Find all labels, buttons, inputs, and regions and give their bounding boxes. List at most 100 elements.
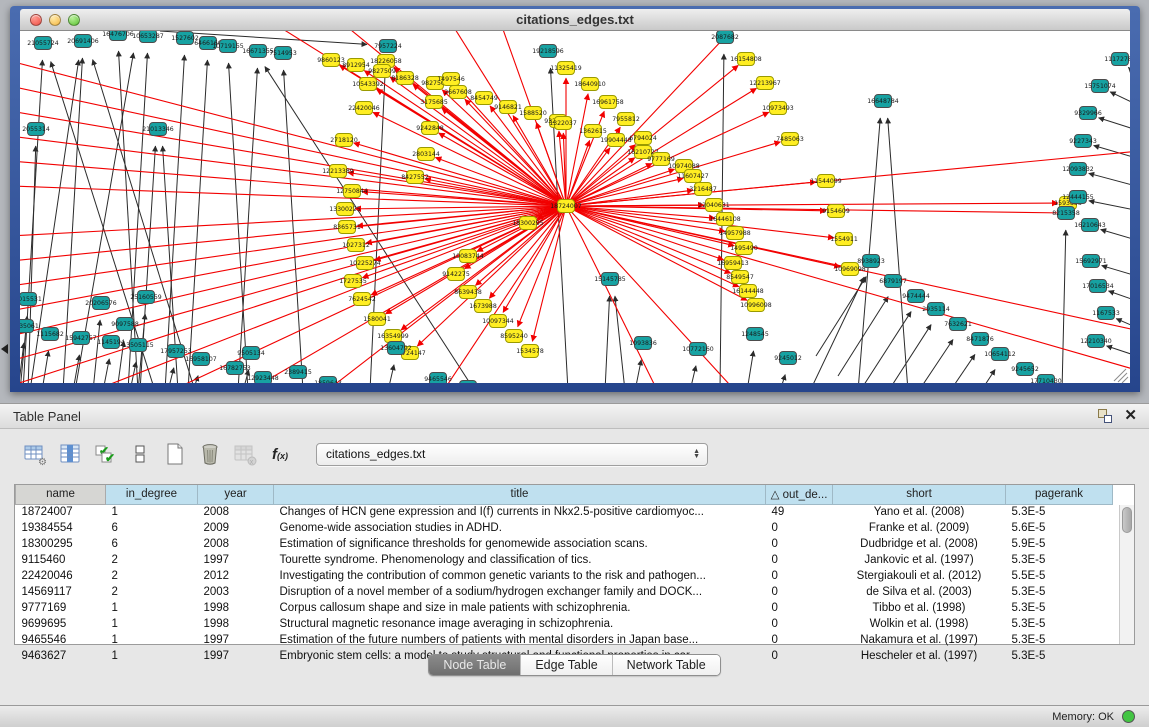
show-columns-button[interactable] <box>57 441 83 467</box>
column-header-pagerank[interactable]: pagerank <box>1006 485 1113 504</box>
table-cell[interactable]: 0 <box>766 568 833 584</box>
graph-node[interactable]: 17710430 <box>1030 375 1062 384</box>
table-row[interactable]: 1830029562008Estimation of significance … <box>16 536 1113 552</box>
network-graph[interactable]: 1872400798601238912954182260589827509818… <box>20 31 1130 383</box>
table-cell[interactable]: 9115460 <box>16 552 106 568</box>
graph-node[interactable]: 15942757 <box>65 332 97 345</box>
table-cell[interactable]: 18724007 <box>16 504 106 520</box>
graph-node[interactable]: 22040631 <box>698 199 730 212</box>
table-row[interactable]: 1938455462009Genome-wide association stu… <box>16 520 1113 536</box>
unselect-all-columns-button[interactable] <box>127 441 153 467</box>
table-cell[interactable]: 5.6E-5 <box>1006 520 1113 536</box>
tab-edge-table[interactable]: Edge Table <box>521 655 612 675</box>
graph-node[interactable]: 22420046 <box>348 102 380 115</box>
table-row[interactable]: 946554611997Estimation of the future num… <box>16 632 1113 648</box>
graph-node[interactable]: 20206576 <box>85 297 117 310</box>
table-cell[interactable]: Estimation of significance thresholds fo… <box>274 536 766 552</box>
graph-node[interactable]: 1167533 <box>1092 307 1120 320</box>
graph-node[interactable]: 7955812 <box>612 113 640 126</box>
graph-node[interactable]: 1248545 <box>741 328 769 341</box>
table-cell[interactable]: 9699695 <box>16 616 106 632</box>
table-row[interactable]: 1872400712008Changes of HCN gene express… <box>16 504 1113 520</box>
graph-node[interactable]: 15751074 <box>1084 80 1116 93</box>
table-cell[interactable]: Jankovic et al. (1997) <box>833 552 1006 568</box>
table-cell[interactable]: Genome-wide association studies in ADHD. <box>274 520 766 536</box>
column-header-name[interactable]: name <box>16 485 106 504</box>
table-cell[interactable]: 0 <box>766 600 833 616</box>
column-header-year[interactable]: year <box>198 485 274 504</box>
table-cell[interactable]: 2003 <box>198 584 274 600</box>
graph-node[interactable]: 9474444 <box>902 290 930 303</box>
table-chooser-dropdown[interactable]: citations_edges.txt▲▼ <box>316 443 708 466</box>
table-cell[interactable]: Dudbridge et al. (2008) <box>833 536 1006 552</box>
table-cell[interactable]: 1997 <box>198 552 274 568</box>
table-cell[interactable]: 1997 <box>198 632 274 648</box>
graph-node[interactable]: 15145785 <box>594 273 626 286</box>
graph-node[interactable]: 7957224 <box>374 40 402 53</box>
resize-grip[interactable] <box>1114 369 1128 383</box>
table-cell[interactable]: Tourette syndrome. Phenomenology and cla… <box>274 552 766 568</box>
graph-node[interactable]: 16476706 <box>102 31 134 41</box>
graph-node[interactable]: 12923448 <box>247 372 279 384</box>
table-cell[interactable]: 0 <box>766 616 833 632</box>
graph-node[interactable]: 1859643 <box>314 377 342 384</box>
graph-node[interactable]: 8595240 <box>500 330 528 343</box>
table-cell[interactable]: Estimation of the future numbers of pati… <box>274 632 766 648</box>
graph-node[interactable]: 7632621 <box>944 318 972 331</box>
table-cell[interactable]: 5.5E-5 <box>1006 568 1113 584</box>
table-cell[interactable]: 18300295 <box>16 536 106 552</box>
table-cell[interactable]: 2008 <box>198 536 274 552</box>
table-cell[interactable]: 1 <box>106 632 198 648</box>
table-cell[interactable]: de Silva et al. (2003) <box>833 584 1006 600</box>
graph-node[interactable]: 9227343 <box>1069 135 1097 148</box>
table-row[interactable]: 969969511998Structural magnetic resonanc… <box>16 616 1113 632</box>
table-cell[interactable]: 5.9E-5 <box>1006 536 1113 552</box>
table-cell[interactable]: 1 <box>106 600 198 616</box>
table-cell[interactable]: 22420046 <box>16 568 106 584</box>
table-cell[interactable]: 5.3E-5 <box>1006 616 1113 632</box>
table-row[interactable]: 977716911998Corpus callosum shape and si… <box>16 600 1113 616</box>
graph-node[interactable]: 2015531 <box>20 293 42 306</box>
graph-node[interactable]: 9329966 <box>1074 107 1102 120</box>
table-mode-button[interactable]: ⚙ <box>22 441 48 467</box>
graph-node[interactable]: 19218596 <box>532 45 564 58</box>
graph-node[interactable]: 2803144 <box>412 148 440 161</box>
graph-node[interactable]: 17016534 <box>1082 280 1114 293</box>
graph-node[interactable]: 12750844 <box>336 185 368 198</box>
tab-node-table[interactable]: Node Table <box>429 655 521 675</box>
table-cell[interactable]: 2 <box>106 584 198 600</box>
graph-node[interactable]: 8549547 <box>726 271 754 284</box>
table-cell[interactable]: Nakamura et al. (1997) <box>833 632 1006 648</box>
table-cell[interactable]: 9777169 <box>16 600 106 616</box>
graph-node[interactable]: 1145194 <box>97 336 125 349</box>
table-cell[interactable]: 1998 <box>198 616 274 632</box>
graph-node[interactable]: 8454749 <box>470 92 498 105</box>
graph-node[interactable]: 8471876 <box>966 333 994 346</box>
graph-node[interactable]: 6794024 <box>629 132 657 145</box>
graph-node[interactable]: 13300225 <box>329 203 361 216</box>
table-scrollbar[interactable] <box>1119 505 1134 644</box>
graph-node[interactable]: 9154609 <box>822 205 850 218</box>
function-builder-button[interactable]: f(x) <box>267 441 293 467</box>
graph-node[interactable]: 16961758 <box>592 96 624 109</box>
graph-node[interactable]: 16154808 <box>730 53 762 66</box>
graph-node[interactable]: 11325419 <box>550 62 582 75</box>
network-view-window[interactable]: citations_edges.txt 18724007986012389129… <box>10 6 1140 392</box>
table-cell[interactable]: 1 <box>106 504 198 520</box>
graph-node[interactable]: 11172782 <box>1104 53 1130 66</box>
float-panel-icon[interactable] <box>1098 409 1112 423</box>
table-cell[interactable]: 0 <box>766 584 833 600</box>
table-cell[interactable]: 5.3E-5 <box>1006 584 1113 600</box>
table-cell[interactable]: 5.3E-5 <box>1006 504 1113 520</box>
table-cell[interactable]: 14569117 <box>16 584 106 600</box>
graph-node[interactable]: 20691406 <box>67 35 99 48</box>
graph-node[interactable]: 9242848 <box>416 122 444 135</box>
graph-node[interactable]: 9465546 <box>424 373 452 384</box>
table-cell[interactable]: 6 <box>106 520 198 536</box>
table-cell[interactable]: 6 <box>106 536 198 552</box>
attribute-table[interactable]: namein_degreeyeartitle△ out_de...shortpa… <box>15 485 1113 664</box>
network-canvas[interactable]: 1872400798601238912954182260589827509818… <box>20 31 1130 383</box>
graph-node[interactable]: 1534578 <box>516 345 544 358</box>
graph-node[interactable]: 7485063 <box>776 133 804 146</box>
column-header-out_de[interactable]: △ out_de... <box>766 485 833 504</box>
